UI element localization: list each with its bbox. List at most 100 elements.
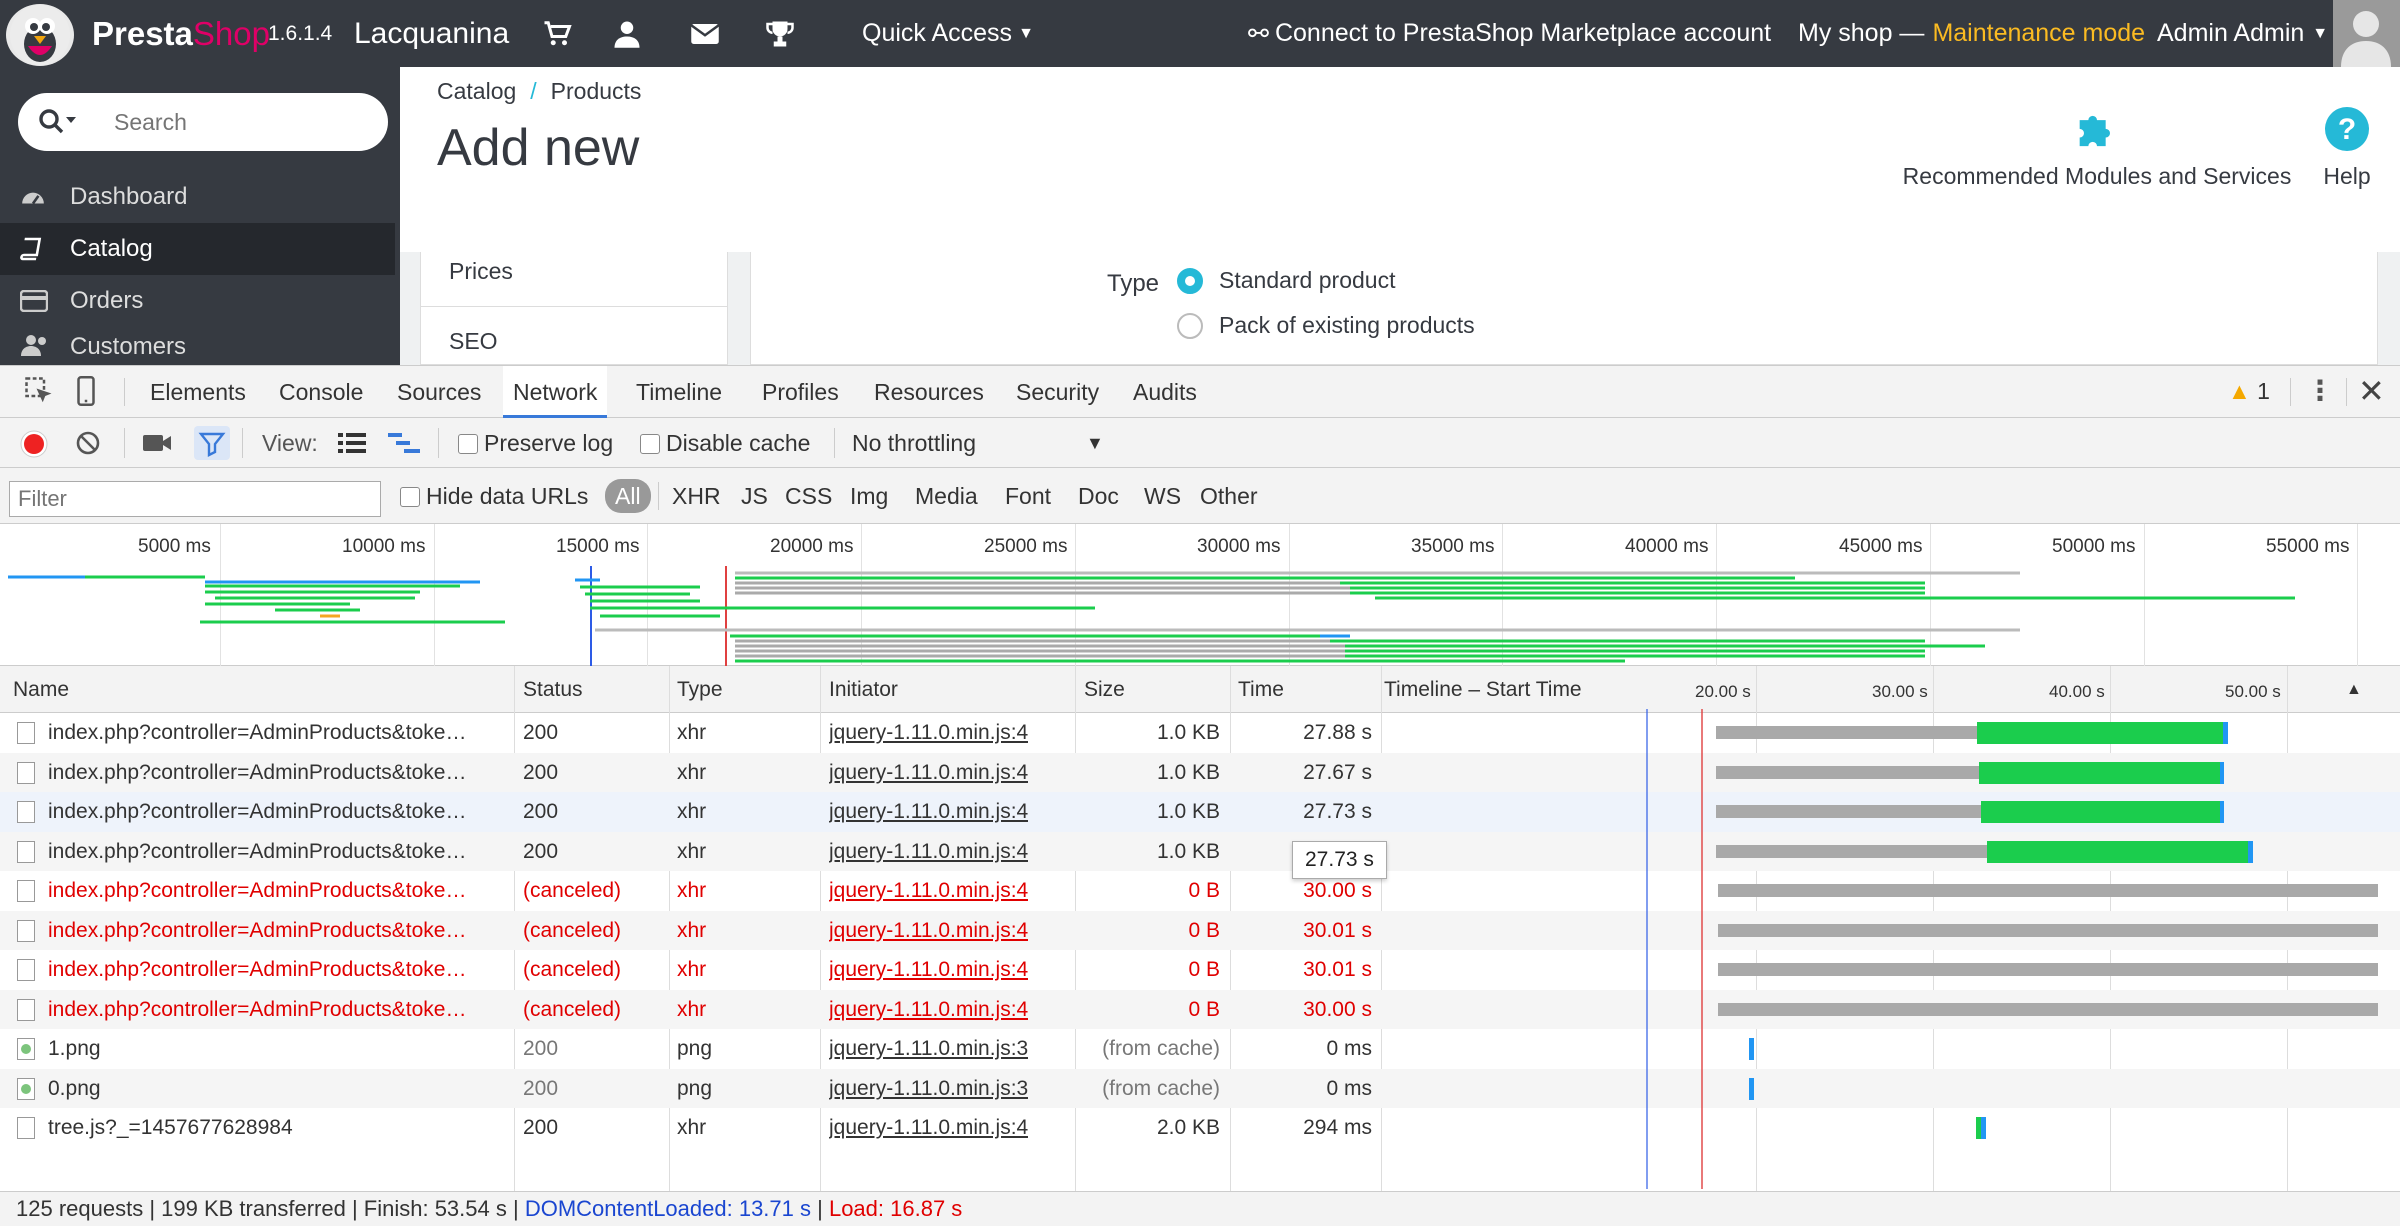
checkbox[interactable]: [400, 487, 420, 507]
filter-doc[interactable]: Doc: [1078, 468, 1119, 524]
filter-img[interactable]: Img: [850, 468, 888, 524]
tab-audits[interactable]: Audits: [1133, 366, 1197, 418]
cell-initiator-link[interactable]: jquery-1.11.0.min.js:4: [829, 911, 1028, 950]
checkbox[interactable]: [458, 434, 478, 454]
column-name[interactable]: Name: [13, 666, 69, 713]
sidebar-item-dashboard[interactable]: Dashboard: [0, 171, 395, 223]
warnings-counter[interactable]: ▲ 1: [2228, 378, 2270, 405]
throttling-select[interactable]: No throttling ▼: [852, 418, 1112, 468]
cell-initiator-link[interactable]: jquery-1.11.0.min.js:4: [829, 753, 1028, 792]
table-row[interactable]: 0.png 200 png jquery-1.11.0.min.js:3 (from c…: [0, 1068, 2400, 1108]
trophy-icon[interactable]: [765, 0, 795, 67]
column-type[interactable]: Type: [677, 666, 723, 713]
type-option-standard[interactable]: Standard product: [1177, 267, 1395, 294]
cell-initiator-link[interactable]: jquery-1.11.0.min.js:4: [829, 792, 1028, 831]
filter-js[interactable]: JS: [741, 468, 768, 524]
cell-initiator-link[interactable]: jquery-1.11.0.min.js:4: [829, 990, 1028, 1029]
tab-console[interactable]: Console: [279, 366, 363, 418]
column-timeline[interactable]: Timeline – Start Time: [1384, 666, 1582, 713]
network-overview[interactable]: 5000 ms 10000 ms 15000 ms 20000 ms 25000…: [0, 524, 2400, 666]
filter-all[interactable]: All: [605, 479, 651, 513]
filter-icon[interactable]: [194, 426, 230, 460]
connect-marketplace-link[interactable]: ⚯ Connect to PrestaShop Marketplace acco…: [1248, 0, 1771, 67]
brand-name: Presta Shop: [92, 0, 270, 67]
search-icon[interactable]: [38, 108, 78, 141]
close-icon[interactable]: ✕: [2358, 372, 2385, 410]
product-tabs: Prices SEO: [420, 252, 728, 365]
clear-icon[interactable]: [75, 430, 101, 462]
tab-network[interactable]: Network: [503, 366, 608, 418]
tab-profiles[interactable]: Profiles: [762, 366, 839, 418]
table-row[interactable]: tree.js?_=1457677628984 200 xhr jquery-1.11…: [0, 1108, 2400, 1148]
sidebar-item-catalog[interactable]: Catalog: [0, 223, 395, 275]
radio-standard[interactable]: [1177, 267, 1203, 294]
checkbox[interactable]: [640, 434, 660, 454]
column-time[interactable]: Time: [1238, 666, 1284, 713]
help-button[interactable]: ? Help: [2310, 105, 2384, 190]
table-row[interactable]: index.php?controller=AdminProducts&toke……: [0, 752, 2400, 792]
table-row[interactable]: index.php?controller=AdminProducts&toke……: [0, 871, 2400, 911]
table-row[interactable]: index.php?controller=AdminProducts&toke……: [0, 910, 2400, 950]
cell-initiator-link[interactable]: jquery-1.11.0.min.js:4: [829, 950, 1028, 989]
user-icon[interactable]: [612, 0, 642, 67]
cell-initiator-link[interactable]: jquery-1.11.0.min.js:4: [829, 832, 1028, 871]
tab-resources[interactable]: Resources: [874, 366, 984, 418]
filter-xhr[interactable]: XHR: [672, 468, 721, 524]
brand-presta: Presta: [92, 14, 193, 52]
recommended-modules-label: Recommended Modules and Services: [1902, 163, 2292, 189]
filter-css[interactable]: CSS: [785, 468, 832, 524]
more-options-icon[interactable]: ⋮: [2306, 374, 2334, 407]
tab-security[interactable]: Security: [1016, 366, 1099, 418]
filter-input[interactable]: [9, 481, 381, 517]
cart-icon[interactable]: [542, 0, 572, 67]
sidebar-item-customers[interactable]: Customers: [0, 327, 395, 365]
table-row[interactable]: 1.png 200 png jquery-1.11.0.min.js:3 (from c…: [0, 1029, 2400, 1069]
employee-dropdown[interactable]: Admin Admin ▼: [2157, 0, 2328, 67]
capture-screenshots-icon[interactable]: [142, 432, 172, 460]
cell-initiator-link[interactable]: jquery-1.11.0.min.js:3: [829, 1029, 1028, 1068]
sidebar-item-orders[interactable]: Orders: [0, 275, 395, 327]
table-row[interactable]: index.php?controller=AdminProducts&toke……: [0, 713, 2400, 753]
search-input[interactable]: [114, 103, 364, 141]
recommended-modules-button[interactable]: Recommended Modules and Services: [1897, 105, 2297, 190]
column-status[interactable]: Status: [523, 666, 583, 713]
table-row[interactable]: index.php?controller=AdminProducts&toke……: [0, 831, 2400, 871]
filter-font[interactable]: Font: [1005, 468, 1051, 524]
tab-prices[interactable]: Prices: [449, 258, 513, 285]
filter-other[interactable]: Other: [1200, 468, 1258, 524]
column-size[interactable]: Size: [1084, 666, 1125, 713]
table-row[interactable]: index.php?controller=AdminProducts&toke……: [0, 989, 2400, 1029]
envelope-icon[interactable]: [690, 0, 720, 67]
cell-initiator-link[interactable]: jquery-1.11.0.min.js:4: [829, 871, 1028, 910]
prestashop-logo[interactable]: [6, 4, 74, 66]
filter-ws[interactable]: WS: [1144, 468, 1181, 524]
avatar[interactable]: [2333, 0, 2400, 67]
hide-data-urls-checkbox[interactable]: Hide data URLs: [400, 468, 588, 524]
table-row[interactable]: index.php?controller=AdminProducts&toke……: [0, 792, 2400, 832]
quick-access-dropdown[interactable]: Quick Access ▼: [862, 0, 1034, 67]
column-initiator[interactable]: Initiator: [829, 666, 898, 713]
my-shop-link[interactable]: My shop — Maintenance mode: [1798, 0, 2145, 67]
tab-timeline[interactable]: Timeline: [636, 366, 722, 418]
sort-ascending-icon[interactable]: ▲: [2346, 666, 2362, 713]
tab-seo[interactable]: SEO: [449, 328, 498, 355]
disable-cache-checkbox[interactable]: Disable cache: [640, 418, 810, 468]
type-option-pack[interactable]: Pack of existing products: [1177, 312, 1475, 339]
inspect-element-icon[interactable]: [24, 376, 54, 412]
filter-media[interactable]: Media: [915, 468, 978, 524]
cell-initiator-link[interactable]: jquery-1.11.0.min.js:4: [829, 713, 1028, 752]
table-row[interactable]: index.php?controller=AdminProducts&toke……: [0, 950, 2400, 990]
breadcrumb-catalog[interactable]: Catalog: [437, 78, 516, 104]
tab-sources[interactable]: Sources: [397, 366, 481, 418]
record-icon[interactable]: [20, 430, 48, 464]
shop-name-link[interactable]: Lacquanina: [354, 0, 509, 67]
large-rows-icon[interactable]: [338, 432, 366, 460]
cell-initiator-link[interactable]: jquery-1.11.0.min.js:4: [829, 1108, 1028, 1147]
radio-pack[interactable]: [1177, 312, 1203, 339]
preserve-log-checkbox[interactable]: Preserve log: [458, 418, 613, 468]
cell-initiator-link[interactable]: jquery-1.11.0.min.js:3: [829, 1069, 1028, 1108]
device-mode-icon[interactable]: [74, 376, 98, 412]
tab-elements[interactable]: Elements: [150, 366, 246, 418]
breadcrumb-products[interactable]: Products: [551, 78, 642, 104]
waterfall-overview-icon[interactable]: [388, 432, 422, 460]
